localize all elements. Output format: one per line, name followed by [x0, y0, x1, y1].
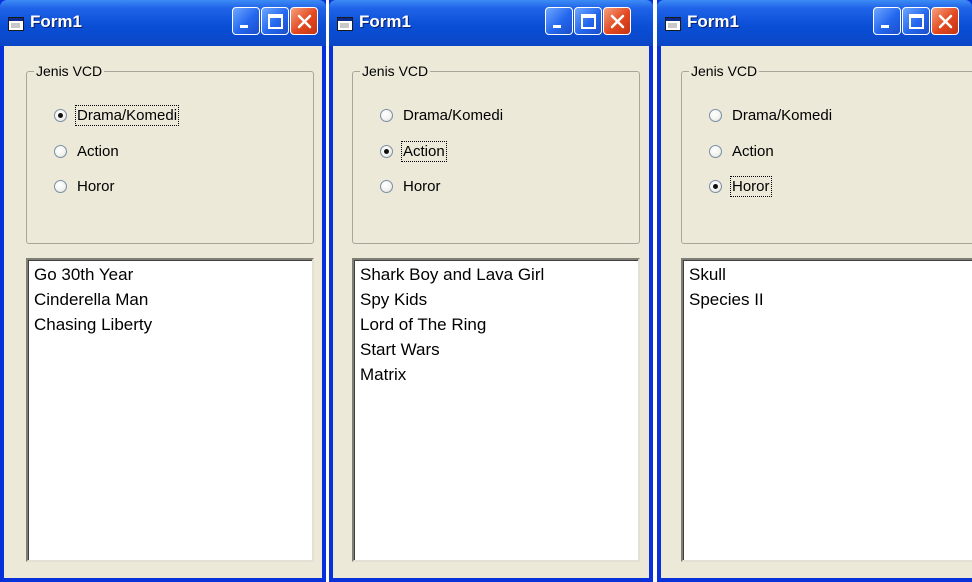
- radio-button-icon: [709, 109, 722, 122]
- maximize-button[interactable]: [902, 7, 930, 35]
- title-bar[interactable]: Form1: [0, 0, 326, 46]
- form-window-1: Form1 Jenis VCD Drama/Komedi Action Horo…: [0, 0, 326, 582]
- form-app-icon: [8, 17, 24, 31]
- close-icon: [610, 14, 625, 29]
- close-icon: [938, 14, 953, 29]
- radio-label: Horor: [730, 176, 772, 197]
- window-title: Form1: [30, 12, 82, 31]
- form-client-area: Jenis VCD Drama/Komedi Action Horor Shar…: [333, 46, 649, 578]
- close-button[interactable]: [290, 7, 318, 35]
- list-item[interactable]: Shark Boy and Lava Girl: [360, 262, 544, 287]
- minimize-icon: [240, 25, 248, 28]
- list-item[interactable]: Spy Kids: [360, 287, 427, 312]
- window-title: Form1: [359, 12, 411, 31]
- minimize-button[interactable]: [873, 7, 901, 35]
- maximize-icon: [909, 14, 924, 29]
- maximize-icon: [581, 14, 596, 29]
- vcd-listbox[interactable]: Shark Boy and Lava Girl Spy Kids Lord of…: [352, 258, 640, 562]
- maximize-button[interactable]: [574, 7, 602, 35]
- minimize-button[interactable]: [232, 7, 260, 35]
- title-bar[interactable]: Form1: [657, 0, 972, 46]
- maximize-icon: [268, 14, 283, 29]
- jenis-vcd-groupbox: Jenis VCD Drama/Komedi Action Horor: [681, 63, 972, 244]
- radio-button-icon: [380, 109, 393, 122]
- radio-label: Drama/Komedi: [732, 107, 833, 124]
- jenis-vcd-groupbox: Jenis VCD Drama/Komedi Action Horor: [352, 63, 640, 244]
- radio-label: Action: [401, 141, 447, 162]
- close-icon: [297, 14, 312, 29]
- form-app-icon: [337, 17, 353, 31]
- title-bar[interactable]: Form1: [329, 0, 653, 46]
- list-item[interactable]: Lord of The Ring: [360, 312, 486, 337]
- vcd-listbox[interactable]: Skull Species II: [681, 258, 972, 562]
- minimize-button[interactable]: [545, 7, 573, 35]
- radio-button-icon: [54, 145, 67, 158]
- list-item[interactable]: Skull: [689, 262, 726, 287]
- radio-label: Horor: [77, 178, 115, 195]
- radio-label: Drama/Komedi: [403, 107, 504, 124]
- list-item[interactable]: Go 30th Year: [34, 262, 133, 287]
- radio-label: Horor: [403, 178, 441, 195]
- groupbox-caption: Jenis VCD: [360, 63, 431, 79]
- radio-button-icon: [709, 180, 722, 193]
- radio-label: Drama/Komedi: [74, 105, 180, 126]
- groupbox-caption: Jenis VCD: [689, 63, 760, 79]
- minimize-icon: [553, 25, 561, 28]
- radio-button-icon: [380, 145, 393, 158]
- minimize-icon: [881, 25, 889, 28]
- list-item[interactable]: Matrix: [360, 362, 406, 387]
- groupbox-caption: Jenis VCD: [34, 63, 105, 79]
- radio-label: Action: [732, 143, 774, 160]
- window-title: Form1: [687, 12, 739, 31]
- maximize-button[interactable]: [261, 7, 289, 35]
- vcd-listbox[interactable]: Go 30th Year Cinderella Man Chasing Libe…: [26, 258, 314, 562]
- form-window-3: Form1 Jenis VCD Drama/Komedi Action Horo…: [657, 0, 972, 582]
- list-item[interactable]: Chasing Liberty: [34, 312, 152, 337]
- close-button[interactable]: [603, 7, 631, 35]
- form-client-area: Jenis VCD Drama/Komedi Action Horor Go 3…: [4, 46, 322, 578]
- radio-button-icon: [54, 180, 67, 193]
- form-window-2: Form1 Jenis VCD Drama/Komedi Action Horo…: [329, 0, 653, 582]
- radio-label: Action: [77, 143, 119, 160]
- list-item[interactable]: Species II: [689, 287, 764, 312]
- close-button[interactable]: [931, 7, 959, 35]
- radio-button-icon: [709, 145, 722, 158]
- form-app-icon: [665, 17, 681, 31]
- form-client-area: Jenis VCD Drama/Komedi Action Horor Skul…: [661, 46, 972, 578]
- list-item[interactable]: Cinderella Man: [34, 287, 148, 312]
- jenis-vcd-groupbox: Jenis VCD Drama/Komedi Action Horor: [26, 63, 314, 244]
- radio-button-icon: [380, 180, 393, 193]
- list-item[interactable]: Start Wars: [360, 337, 440, 362]
- radio-button-icon: [54, 109, 67, 122]
